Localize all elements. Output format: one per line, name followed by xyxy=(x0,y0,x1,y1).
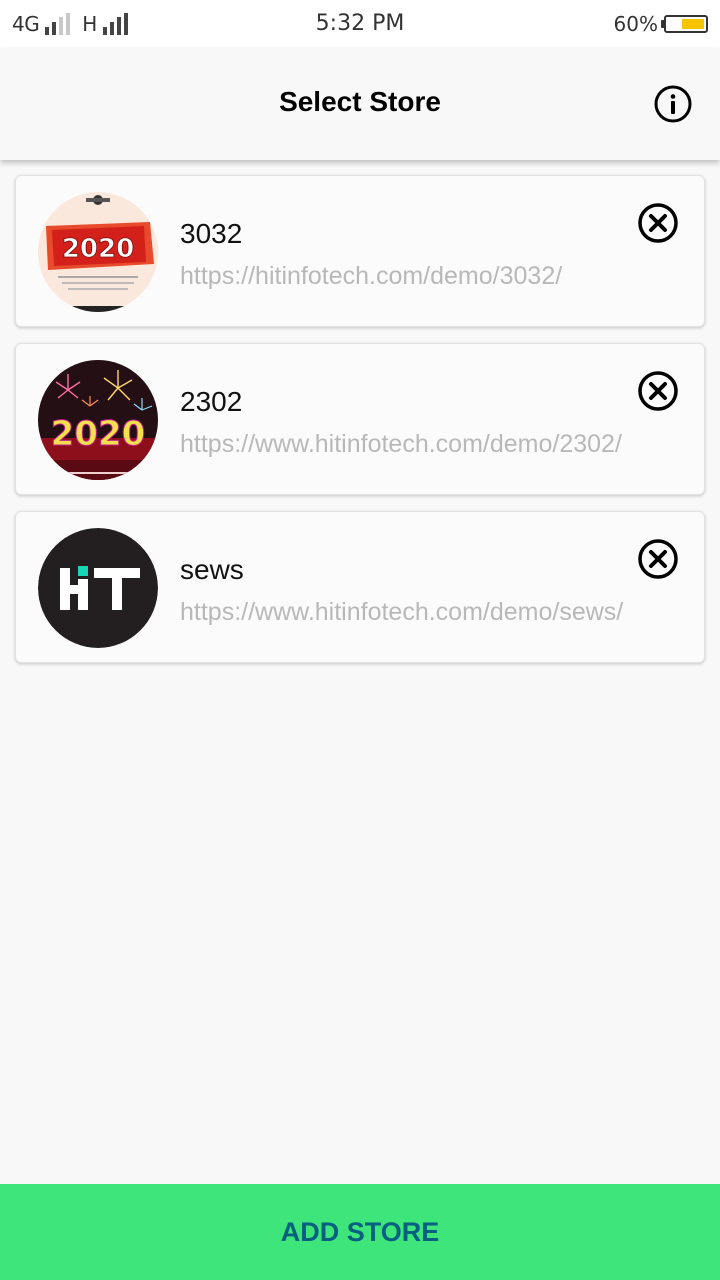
svg-text:2020: 2020 xyxy=(51,414,146,454)
store-name: sews xyxy=(180,554,244,585)
store-card[interactable]: 2020 3032 https://hitinfotech.com/demo/3… xyxy=(15,175,705,327)
store-list: 2020 3032 https://hitinfotech.com/demo/3… xyxy=(15,175,705,679)
remove-store-button[interactable] xyxy=(637,202,679,244)
info-icon xyxy=(654,85,692,123)
add-store-button[interactable]: ADD STORE xyxy=(0,1184,720,1280)
hit-logo-icon xyxy=(38,528,158,648)
battery-percent: 60% xyxy=(613,12,658,36)
info-button[interactable] xyxy=(654,85,692,123)
close-circle-icon xyxy=(638,539,678,579)
remove-store-button[interactable] xyxy=(637,370,679,412)
store-url: https://www.hitinfotech.com/demo/sews/ xyxy=(180,598,624,626)
store-thumbnail xyxy=(38,528,158,648)
battery-fill xyxy=(682,19,704,29)
status-battery: 60% xyxy=(614,12,708,36)
store-thumbnail: 2020 xyxy=(38,192,158,312)
store-card[interactable]: sews https://www.hitinfotech.com/demo/se… xyxy=(15,511,705,663)
svg-text:2020: 2020 xyxy=(62,234,134,264)
store-name: 3032 xyxy=(180,218,243,249)
store-card[interactable]: 2020 2302 https://www.hitinfotech.com/de… xyxy=(15,343,705,495)
status-bar: 4G H 5:32 PM 60% xyxy=(0,0,720,48)
page-title: Select Store xyxy=(279,86,441,117)
app-bar: Select Store xyxy=(0,48,720,160)
close-circle-icon xyxy=(638,203,678,243)
store-thumbnail: 2020 xyxy=(38,360,158,480)
battery-icon xyxy=(661,15,708,33)
store-url: https://www.hitinfotech.com/demo/2302/ xyxy=(180,430,622,458)
store-url: https://hitinfotech.com/demo/3032/ xyxy=(180,262,563,290)
remove-store-button[interactable] xyxy=(637,538,679,580)
status-time: 5:32 PM xyxy=(315,11,405,36)
close-circle-icon xyxy=(638,371,678,411)
store-name: 2302 xyxy=(180,386,243,417)
